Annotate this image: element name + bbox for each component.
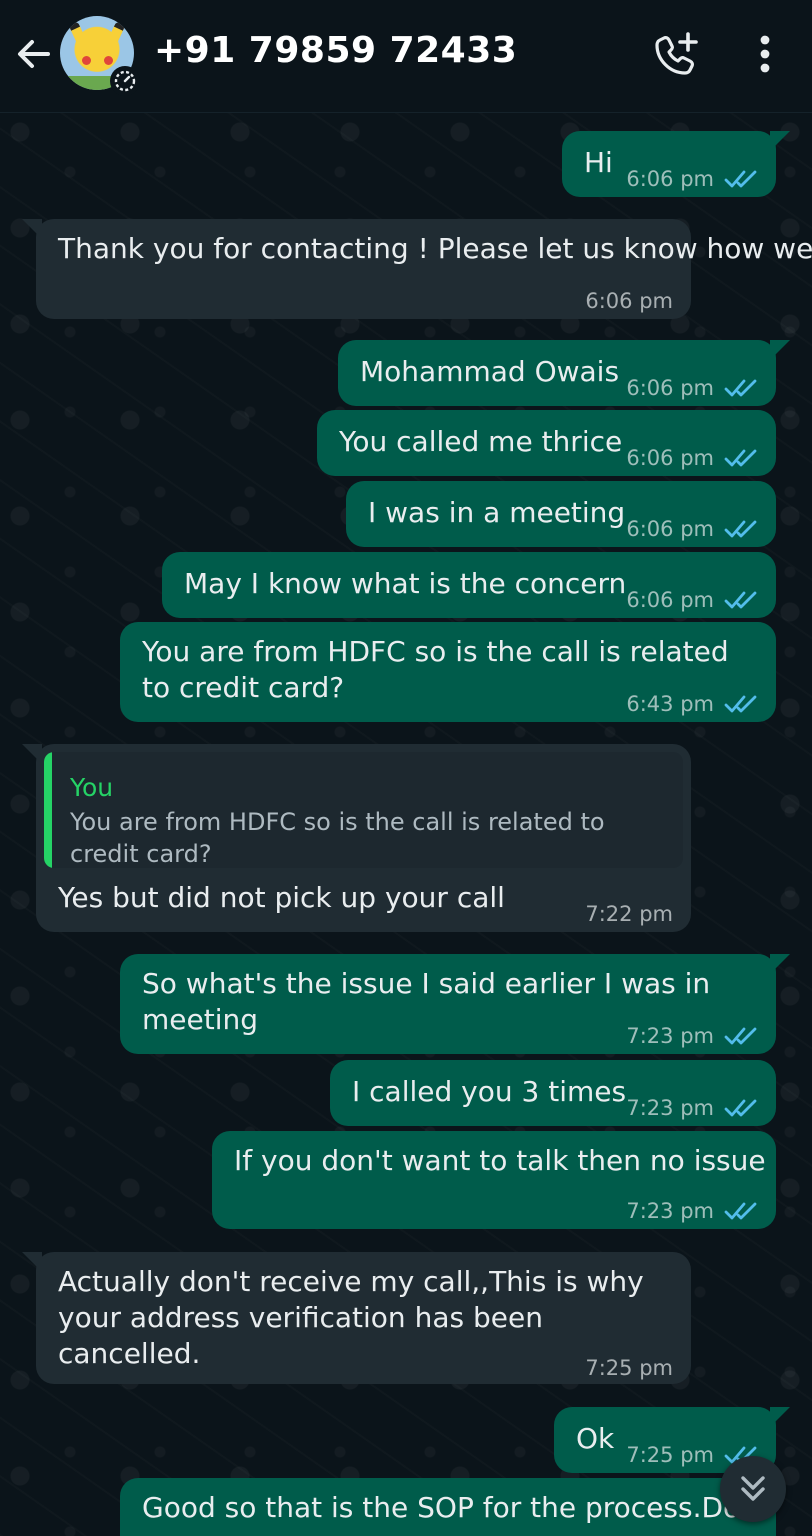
message-meta: 7:23 pm: [626, 1018, 758, 1054]
outgoing-message-partial[interactable]: Good so that is the SOP for the process.…: [120, 1478, 776, 1536]
double-chevron-down-icon: [741, 1476, 765, 1501]
message-text: Yes but did not pick up your call: [58, 881, 505, 914]
quote-accent-bar: [44, 752, 52, 868]
message-meta: 6:06 pm: [626, 440, 758, 476]
double-check-icon: [724, 449, 757, 467]
double-check-icon: [724, 695, 757, 713]
message-text: Good so that is the SOP for the process.…: [142, 1491, 741, 1524]
scroll-to-bottom-button[interactable]: [720, 1456, 786, 1522]
double-check-icon: [724, 591, 757, 609]
message-time: 6:06 pm: [626, 167, 714, 191]
message-time: 6:06 pm: [626, 446, 714, 470]
message-meta: 6:06 pm: [626, 161, 758, 197]
message-time: 7:22 pm: [585, 902, 673, 926]
outgoing-message[interactable]: So what's the issue I said earlier I was…: [120, 954, 790, 1054]
double-check-icon: [724, 1202, 757, 1220]
message-text: I called you 3 times: [352, 1075, 627, 1108]
message-meta: 7:23 pm: [626, 1193, 758, 1229]
message-text: Hi: [584, 146, 613, 179]
outgoing-message[interactable]: Hi 6:06 pm: [562, 131, 790, 197]
message-meta: 6:06 pm: [626, 582, 758, 618]
outgoing-message[interactable]: I was in a meeting 6:06 pm: [346, 481, 776, 547]
message-text: Ok: [576, 1422, 615, 1455]
status-timer-icon: [110, 66, 140, 96]
message-meta: 7:25 pm: [585, 1350, 673, 1386]
chat-header: +91 79859 72433: [0, 0, 812, 113]
message-meta: 6:43 pm: [626, 686, 758, 722]
outgoing-message[interactable]: If you don't want to talk then no issue …: [212, 1131, 776, 1229]
more-vert-icon[interactable]: [750, 32, 780, 76]
outgoing-message[interactable]: Mohammad Owais 6:06 pm: [338, 340, 790, 406]
double-check-icon: [724, 1027, 757, 1045]
message-meta: 7:23 pm: [626, 1090, 758, 1126]
message-meta: 6:06 pm: [626, 511, 758, 547]
quoted-message[interactable]: You You are from HDFC so is the call is …: [44, 752, 683, 868]
message-meta: 6:06 pm: [626, 370, 758, 406]
message-time: 6:06 pm: [626, 588, 714, 612]
message-meta: 6:06 pm: [585, 283, 673, 319]
quote-author: You: [70, 773, 114, 802]
message-text: May I know what is the concern: [184, 567, 627, 600]
outgoing-message[interactable]: I called you 3 times 7:23 pm: [330, 1060, 776, 1126]
message-time: 6:06 pm: [585, 289, 673, 313]
message-time: 7:25 pm: [585, 1356, 673, 1380]
message-time: 6:06 pm: [626, 376, 714, 400]
message-time: 6:43 pm: [626, 692, 714, 716]
message-text: You called me thrice: [339, 425, 623, 458]
double-check-icon: [724, 170, 757, 188]
double-check-icon: [724, 379, 757, 397]
message-text: Thank you for contacting ! Please let us…: [58, 232, 812, 265]
double-check-icon: [724, 520, 757, 538]
contact-name[interactable]: +91 79859 72433: [154, 30, 517, 71]
quote-text: You are from HDFC so is the call is rela…: [70, 808, 605, 868]
add-call-icon[interactable]: [652, 30, 700, 78]
message-time: 6:06 pm: [626, 517, 714, 541]
message-meta: 7:22 pm: [585, 896, 673, 932]
outgoing-message[interactable]: May I know what is the concern 6:06 pm: [162, 552, 776, 618]
incoming-message[interactable]: Actually don't receive my call,,This is …: [22, 1252, 691, 1386]
outgoing-message[interactable]: You are from HDFC so is the call is rela…: [120, 622, 776, 722]
message-text: I was in a meeting: [368, 496, 626, 529]
outgoing-message[interactable]: You called me thrice 6:06 pm: [317, 410, 776, 476]
message-text: If you don't want to talk then no issue: [234, 1144, 766, 1177]
message-time: 7:23 pm: [626, 1024, 714, 1048]
incoming-message[interactable]: Thank you for contacting ! Please let us…: [22, 219, 812, 319]
double-check-icon: [724, 1099, 757, 1117]
back-arrow-icon[interactable]: [14, 34, 54, 74]
message-text: Mohammad Owais: [360, 355, 620, 388]
message-time: 7:23 pm: [626, 1199, 714, 1223]
incoming-reply-message[interactable]: You You are from HDFC so is the call is …: [22, 744, 691, 932]
message-list[interactable]: Hi 6:06 pm Thank you for contacting ! Pl…: [0, 112, 812, 1536]
message-time: 7:23 pm: [626, 1096, 714, 1120]
message-time: 7:25 pm: [626, 1443, 714, 1467]
